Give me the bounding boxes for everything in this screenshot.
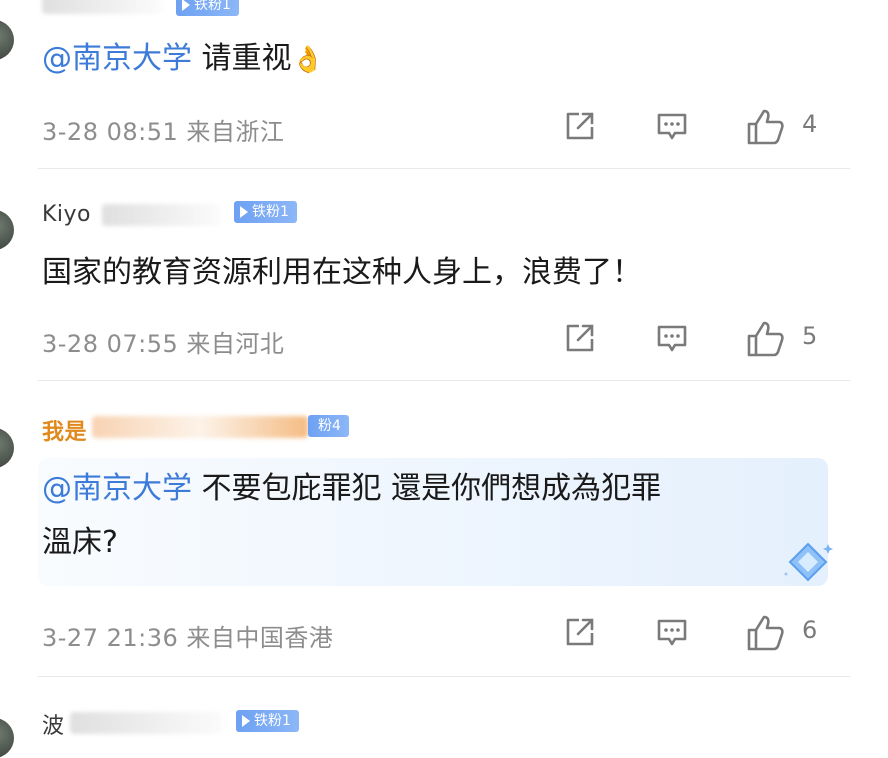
avatar[interactable]	[0, 210, 14, 250]
username-redacted	[42, 0, 162, 14]
username-redacted	[102, 204, 220, 226]
avatar[interactable]	[0, 428, 14, 468]
thumbs-up-icon[interactable]	[746, 108, 786, 146]
share-icon[interactable]	[562, 108, 598, 144]
comment-text: @南京大学 不要包庇罪犯 還是你們想成為犯罪 溫床?	[42, 466, 661, 566]
comment-body-line2: 溫床?	[42, 525, 118, 560]
comment-location: 来自中国香港	[186, 624, 334, 652]
badge-label: 铁粉1	[252, 204, 289, 220]
fan-badge[interactable]: 铁粉1	[234, 201, 297, 223]
comment-date: 3-27 21:36	[42, 624, 179, 652]
avatar[interactable]	[0, 718, 14, 758]
divider	[38, 676, 850, 677]
comment-date: 3-28 07:55	[42, 330, 179, 358]
action-bar: 5	[560, 320, 840, 360]
mention-link[interactable]: @南京大学	[42, 471, 192, 506]
fan-badge[interactable]: 铁粉1	[236, 710, 299, 732]
username[interactable]: Kiyo	[42, 202, 91, 227]
username-redacted	[70, 712, 222, 734]
comment-location: 来自浙江	[186, 118, 285, 146]
thumbs-up-icon[interactable]	[746, 320, 786, 358]
badge-gem-icon	[240, 206, 248, 218]
username-label: Kiyo	[42, 202, 92, 227]
comment-text: 国家的教育资源利用在这种人身上，浪费了！	[42, 250, 642, 296]
badge-label: 铁粉1	[194, 0, 231, 13]
username-label: 我是	[42, 420, 88, 445]
comment-icon[interactable]	[654, 108, 690, 144]
badge-gem-icon	[242, 715, 250, 727]
username[interactable]: 波	[42, 708, 65, 740]
comment-meta: 3-27 21:36 来自中国香港	[42, 618, 333, 653]
ok-hand-emoji-icon: 👌	[291, 45, 324, 75]
comment-text: @南京大学 请重视👌	[42, 36, 324, 83]
comment-body: 请重视	[192, 41, 292, 76]
comment-icon[interactable]	[654, 614, 690, 650]
like-count: 4	[802, 110, 818, 138]
like-count: 5	[802, 322, 818, 350]
username-label: 波	[42, 714, 65, 739]
avatar[interactable]	[0, 20, 14, 60]
comment-meta: 3-28 08:51 来自浙江	[42, 112, 284, 147]
action-bar: 4	[560, 108, 840, 148]
username-redacted	[92, 416, 308, 438]
comment-icon[interactable]	[654, 320, 690, 356]
share-icon[interactable]	[562, 320, 598, 356]
divider	[38, 168, 850, 169]
share-icon[interactable]	[562, 614, 598, 650]
like-count: 6	[802, 616, 818, 644]
badge-gem-icon	[182, 0, 190, 11]
comment-date: 3-28 08:51	[42, 118, 179, 146]
action-bar: 6	[560, 614, 840, 654]
fan-badge[interactable]: 铁粉1	[176, 0, 239, 16]
thumbs-up-icon[interactable]	[746, 614, 786, 652]
diamond-sparkle-icon	[784, 542, 833, 582]
username[interactable]: 我是	[42, 414, 87, 446]
comment-meta: 3-28 07:55 来自河北	[42, 324, 284, 359]
comment-location: 来自河北	[186, 330, 285, 358]
fan-badge[interactable]: 粉4	[308, 415, 349, 437]
comment-body: 国家的教育资源利用在这种人身上，浪费了！	[42, 255, 642, 290]
divider	[38, 380, 850, 381]
badge-label: 铁粉1	[254, 713, 291, 729]
comment-body: 不要包庇罪犯 還是你們想成為犯罪	[192, 471, 662, 506]
mention-link[interactable]: @南京大学	[42, 41, 192, 76]
badge-label: 粉4	[318, 418, 341, 434]
